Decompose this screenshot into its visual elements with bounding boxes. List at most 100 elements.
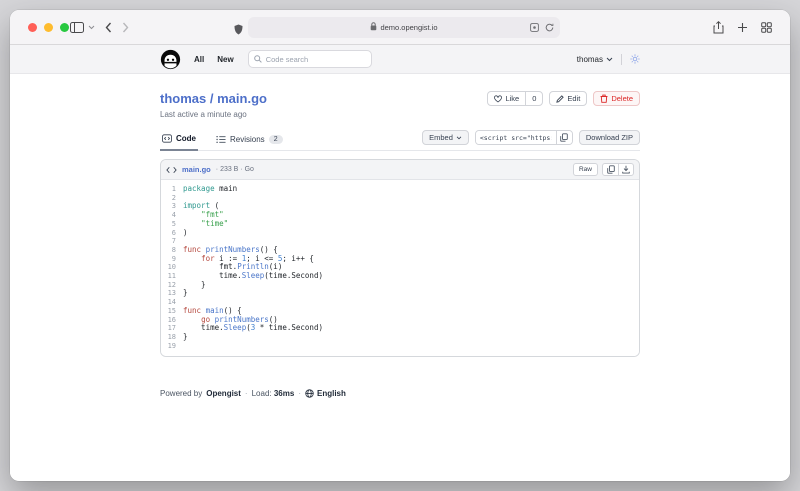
sidebar-chevron-icon[interactable] — [88, 25, 95, 30]
line-number[interactable]: 17 — [161, 324, 183, 333]
delete-button[interactable]: Delete — [593, 91, 640, 106]
copy-icon — [560, 133, 568, 142]
line-number[interactable]: 15 — [161, 307, 183, 316]
copy-code-button[interactable] — [603, 164, 618, 175]
code-line: 4 "fmt" — [161, 211, 639, 220]
copy-icon — [607, 165, 615, 174]
opengist-link[interactable]: Opengist — [206, 389, 241, 398]
powered-by-label: Powered by — [160, 389, 202, 398]
revisions-count-badge: 2 — [269, 135, 283, 144]
search-input[interactable] — [266, 55, 366, 64]
load-time: Load: 36ms — [252, 389, 295, 398]
line-number[interactable]: 1 — [161, 185, 183, 194]
download-file-button[interactable] — [618, 164, 633, 175]
download-icon — [622, 165, 630, 174]
user-menu[interactable]: thomas — [577, 55, 613, 64]
line-number[interactable]: 7 — [161, 237, 183, 246]
line-number[interactable]: 5 — [161, 220, 183, 229]
share-icon[interactable] — [713, 21, 724, 34]
code-body: 1package main23import (4 "fmt"5 "time"6)… — [161, 180, 639, 356]
embed-dropdown-button[interactable]: Embed — [422, 130, 469, 145]
code-card-header: main.go · 233 B · Go Raw — [161, 160, 639, 180]
tab-overview-icon[interactable] — [761, 22, 772, 33]
last-active-label: Last active a minute ago — [160, 110, 267, 119]
chevron-down-icon — [606, 57, 613, 62]
line-number[interactable]: 13 — [161, 289, 183, 298]
delete-label: Delete — [611, 94, 633, 103]
line-number[interactable]: 12 — [161, 281, 183, 290]
code-line: 2 — [161, 194, 639, 203]
code-line: 5 "time" — [161, 220, 639, 229]
search-icon — [254, 50, 262, 68]
code-line: 3import ( — [161, 202, 639, 211]
line-number[interactable]: 9 — [161, 255, 183, 264]
address-bar[interactable]: demo.opengist.io — [248, 17, 560, 38]
line-number[interactable]: 18 — [161, 333, 183, 342]
privacy-shield-icon[interactable] — [234, 22, 243, 40]
gist-file-link[interactable]: main.go — [217, 91, 267, 106]
line-number[interactable]: 2 — [161, 194, 183, 203]
tab-code[interactable]: Code — [160, 131, 198, 151]
code-line: 1package main — [161, 185, 639, 194]
like-button[interactable]: Like 0 — [487, 91, 543, 106]
back-button-icon[interactable] — [105, 22, 112, 33]
code-line: 19 — [161, 342, 639, 351]
line-number[interactable]: 4 — [161, 211, 183, 220]
code-meta: · 233 B · Go — [216, 166, 254, 173]
line-number[interactable]: 3 — [161, 202, 183, 211]
code-line-text: "time" — [183, 220, 228, 229]
revisions-list-icon — [216, 135, 226, 144]
forward-button-icon[interactable] — [122, 22, 129, 33]
code-line: 12 } — [161, 281, 639, 290]
tab-revisions[interactable]: Revisions 2 — [214, 131, 285, 150]
tab-code-label: Code — [176, 134, 196, 143]
trash-icon — [600, 94, 608, 103]
zoom-window-button[interactable] — [60, 23, 69, 32]
line-number[interactable]: 19 — [161, 342, 183, 351]
close-window-button[interactable] — [28, 23, 37, 32]
minimize-window-button[interactable] — [44, 23, 53, 32]
code-line-text: } — [183, 289, 188, 298]
line-number[interactable]: 6 — [161, 229, 183, 238]
tab-revisions-label: Revisions — [230, 135, 265, 144]
username-label: thomas — [577, 55, 603, 64]
code-file-icon — [166, 166, 177, 174]
gist-owner-link[interactable]: thomas — [160, 91, 206, 106]
theme-toggle-sun-icon[interactable] — [630, 54, 640, 64]
nav-new-link[interactable]: New — [217, 55, 233, 64]
page-footer: Powered by Opengist · Load: 36ms · Engli… — [160, 389, 640, 398]
code-line: 17 time.Sleep(3 * time.Second) — [161, 324, 639, 333]
gist-title: thomas / main.go — [160, 91, 267, 106]
embed-script-input[interactable] — [476, 131, 556, 144]
code-search-box[interactable] — [248, 50, 372, 68]
line-number[interactable]: 14 — [161, 298, 183, 307]
line-number[interactable]: 11 — [161, 272, 183, 281]
like-label: Like — [505, 94, 519, 103]
new-tab-icon[interactable] — [737, 22, 748, 33]
raw-button[interactable]: Raw — [573, 163, 598, 176]
code-line-text: ) — [183, 229, 188, 238]
page-body: thomas / main.go Last active a minute ag… — [10, 74, 790, 480]
embed-label: Embed — [429, 133, 453, 142]
opengist-logo-icon[interactable] — [160, 49, 181, 70]
edit-label: Edit — [567, 94, 580, 103]
code-line: 11 time.Sleep(time.Second) — [161, 272, 639, 281]
line-number[interactable]: 8 — [161, 246, 183, 255]
copy-embed-button[interactable] — [556, 131, 572, 144]
download-zip-button[interactable]: Download ZIP — [579, 130, 640, 145]
code-line: 13} — [161, 289, 639, 298]
url-text: demo.opengist.io — [380, 23, 437, 32]
language-selector[interactable]: English — [305, 389, 346, 398]
sidebar-toggle-icon[interactable] — [70, 22, 84, 33]
reload-icon[interactable] — [545, 19, 554, 37]
download-zip-label: Download ZIP — [586, 133, 633, 142]
line-number[interactable]: 16 — [161, 316, 183, 325]
lock-icon — [370, 22, 377, 33]
line-number[interactable]: 10 — [161, 263, 183, 272]
code-filename-link[interactable]: main.go — [182, 165, 211, 174]
page-settings-icon[interactable] — [530, 19, 539, 37]
nav-all-link[interactable]: All — [194, 55, 204, 64]
code-line-text: package main — [183, 185, 237, 194]
edit-button[interactable]: Edit — [549, 91, 587, 106]
pencil-icon — [556, 95, 564, 103]
